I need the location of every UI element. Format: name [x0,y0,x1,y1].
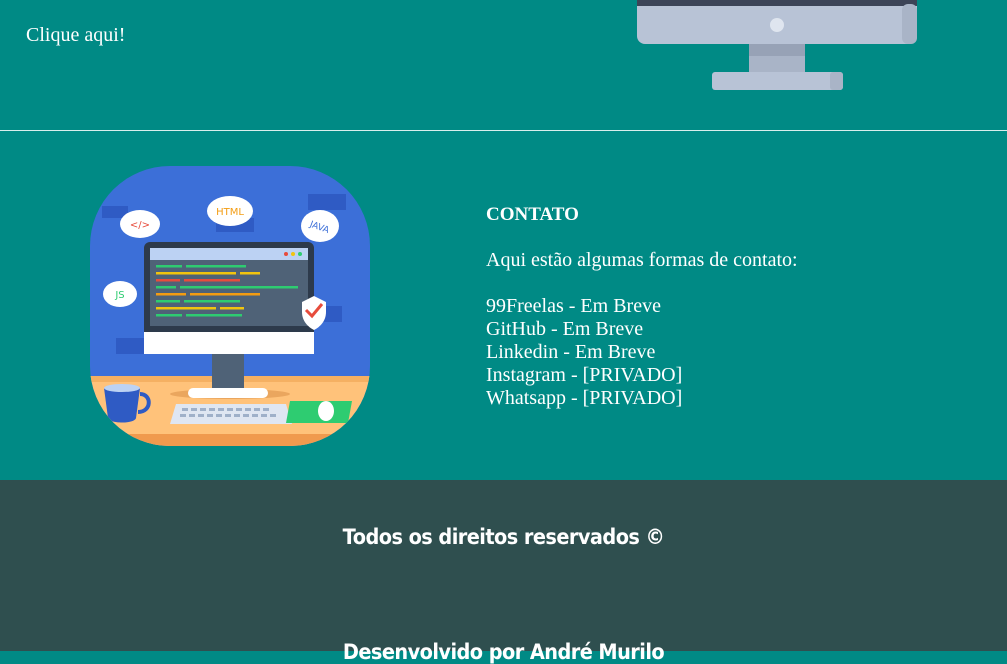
developer-workstation-illustration: </> HTML JAVA JS [90,166,370,446]
contact-item-linkedin: Linkedin - Em Breve [486,341,656,363]
click-here-link[interactable]: Clique aqui! [26,24,125,47]
contact-intro: Aqui estão algumas formas de contato: [486,249,798,271]
contact-item-whatsapp: Whatsapp - [PRIVADO] [486,387,683,409]
rights-text: Todos os direitos reservados © [342,525,665,549]
contact-title: CONTATO [486,204,579,225]
top-section: Clique aqui! [0,0,1007,130]
contact-item-github: GitHub - Em Breve [486,318,644,340]
contact-info: CONTATO Aqui estão algumas formas de con… [486,203,798,410]
developer-credit: Desenvolvido por André Murilo [342,640,665,664]
monitor-icon [637,0,917,90]
contact-item-99freelas: 99Freelas - Em Breve [486,295,661,317]
footer: Todos os direitos reservados © Desenvolv… [0,480,1007,664]
contact-item-instagram: Instagram - [PRIVADO] [486,364,683,386]
contact-section: </> HTML JAVA JS CONTATO Aqui estão algu… [0,131,1007,480]
html-bubble-text: HTML [216,207,244,218]
code-bubble-text: </> [130,220,150,231]
js-bubble-text: JS [114,290,124,301]
